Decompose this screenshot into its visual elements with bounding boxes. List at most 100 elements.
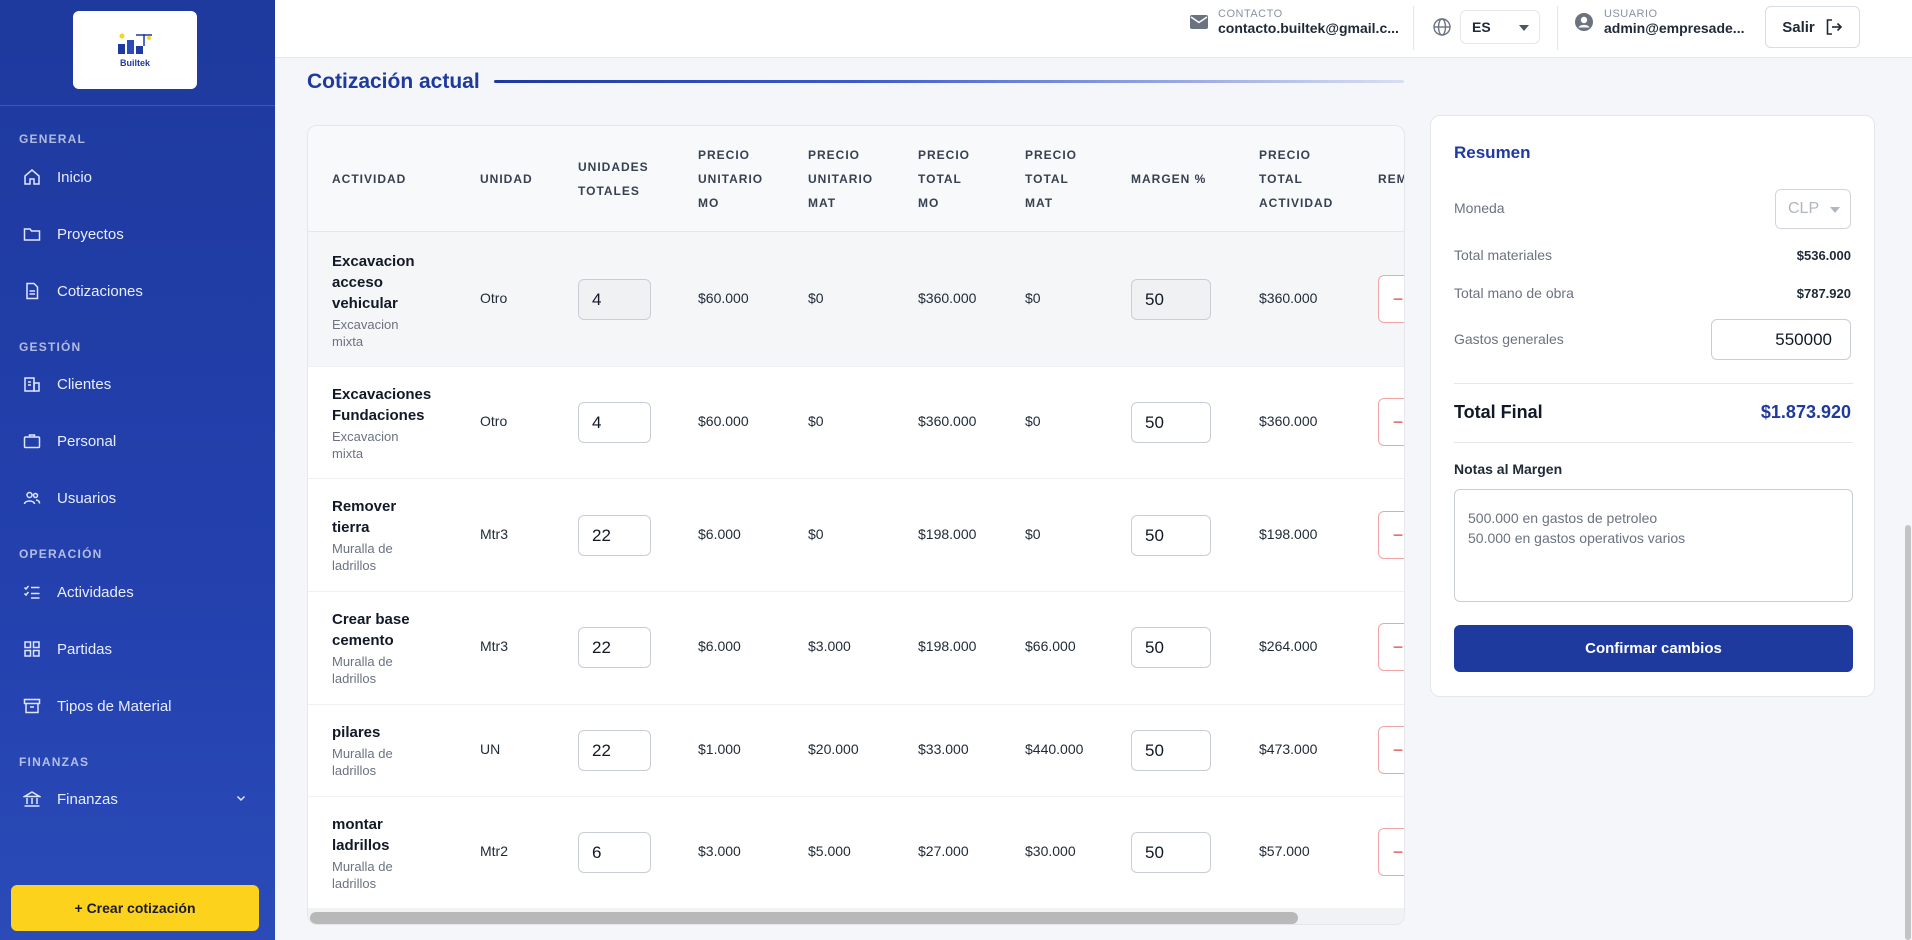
sidebar-item-partidas[interactable]: Partidas <box>0 629 275 669</box>
document-icon <box>22 282 41 301</box>
language-select[interactable]: ES <box>1460 10 1540 44</box>
sidebar-item-label: Tipos de Material <box>57 697 172 715</box>
quantity-input[interactable]: 4 <box>578 279 651 320</box>
total-price-mo: $198.000 <box>918 526 977 542</box>
sidebar: Builtek GENERAL Inicio Proyectos Cotizac… <box>0 0 275 940</box>
unit-cell: Mtr2 <box>480 843 508 859</box>
total-price-mat: $66.000 <box>1025 638 1076 654</box>
section-title-operacion: OPERACIÓN <box>19 547 103 561</box>
briefcase-icon <box>22 432 41 451</box>
section-title-finanzas: FINANZAS <box>19 755 90 769</box>
sidebar-item-finanzas[interactable]: Finanzas <box>0 779 275 819</box>
currency-label: Moneda <box>1454 200 1505 216</box>
logo[interactable]: Builtek <box>73 11 197 89</box>
unit-price-mat: $0 <box>808 413 824 429</box>
logo-text: Builtek <box>119 58 150 68</box>
margin-input[interactable]: 50 <box>1131 627 1211 668</box>
table-row: pilares Muralla de ladrillos UN 22 $1.00… <box>308 705 1404 797</box>
activity-category: Muralla de ladrillos <box>332 654 393 686</box>
margin-input[interactable]: 50 <box>1131 515 1211 556</box>
col-precio-total-mo: PRECIO TOTAL MO <box>918 148 971 210</box>
quantity-input[interactable]: 22 <box>578 515 651 556</box>
checklist-icon <box>22 583 41 602</box>
chevron-down-icon[interactable] <box>235 791 247 808</box>
sidebar-item-label: Usuarios <box>57 489 117 507</box>
currency-select[interactable]: CLP <box>1775 189 1851 229</box>
unit-price-mo: $1.000 <box>698 741 741 757</box>
sidebar-item-actividades[interactable]: Actividades <box>0 572 275 612</box>
overhead-input[interactable]: 550000 <box>1711 319 1851 360</box>
activity-total: $264.000 <box>1259 638 1318 654</box>
activity-name: Crear base cemento <box>332 611 410 649</box>
sidebar-item-inicio[interactable]: Inicio <box>0 157 275 197</box>
scrollbar-thumb[interactable] <box>310 912 1298 924</box>
unit-price-mo: $3.000 <box>698 843 741 859</box>
col-margen: MARGEN % <box>1131 172 1207 186</box>
confirm-changes-button[interactable]: Confirmar cambios <box>1454 625 1853 672</box>
col-precio-total-actividad: PRECIO TOTAL ACTIVIDAD <box>1259 148 1334 210</box>
sidebar-item-cotizaciones[interactable]: Cotizaciones <box>0 271 275 311</box>
margin-input[interactable]: 50 <box>1131 730 1211 771</box>
unit-cell: Otro <box>480 413 508 429</box>
logout-icon <box>1826 19 1842 35</box>
total-price-mo: $33.000 <box>918 741 969 757</box>
horizontal-scrollbar[interactable] <box>308 908 1404 924</box>
total-price-mo: $27.000 <box>918 843 969 859</box>
activity-cell: Excavaciones Fundaciones Excavacion mixt… <box>332 384 431 462</box>
remove-row-button[interactable]: − <box>1378 623 1404 671</box>
quantity-input[interactable]: 4 <box>578 402 651 443</box>
activity-cell: Remover tierra Muralla de ladrillos <box>332 496 427 574</box>
language-value: ES <box>1472 19 1491 35</box>
sidebar-item-usuarios[interactable]: Usuarios <box>0 478 275 518</box>
mail-icon <box>1190 15 1208 29</box>
margin-input[interactable]: 50 <box>1131 832 1211 873</box>
page-scrollbar[interactable] <box>1905 525 1911 940</box>
overhead-label: Gastos generales <box>1454 331 1564 347</box>
users-icon <box>22 489 41 508</box>
contact-email[interactable]: contacto.builtek@gmail.c... <box>1218 20 1403 36</box>
activity-category: Muralla de ladrillos <box>332 859 393 891</box>
col-precio-unitario-mat: PRECIO UNITARIO MAT <box>808 148 874 210</box>
sidebar-item-personal[interactable]: Personal <box>0 421 275 461</box>
labor-value: $787.920 <box>1796 286 1851 301</box>
activity-name: pilares <box>332 724 381 741</box>
archive-icon <box>22 697 41 716</box>
remove-row-button[interactable]: − <box>1378 511 1404 559</box>
total-price-mat: $30.000 <box>1025 843 1076 859</box>
logout-button[interactable]: Salir <box>1765 6 1860 48</box>
notes-textarea[interactable]: 500.000 en gastos de petroleo 50.000 en … <box>1454 489 1853 602</box>
sidebar-item-tipos-material[interactable]: Tipos de Material <box>0 686 275 726</box>
activity-name: Remover tierra <box>332 498 397 536</box>
title-underline <box>494 80 1404 83</box>
remove-row-button[interactable]: − <box>1378 828 1404 876</box>
unit-cell: Mtr3 <box>480 526 508 542</box>
quantity-input[interactable]: 22 <box>578 627 651 668</box>
remove-row-button[interactable]: − <box>1378 275 1404 323</box>
page-title: Cotización actual <box>307 70 480 93</box>
summary-divider <box>1454 383 1853 384</box>
sidebar-item-proyectos[interactable]: Proyectos <box>0 214 275 254</box>
contact-label: CONTACTO <box>1218 8 1283 20</box>
caret-down-icon <box>1519 25 1529 31</box>
topbar: CONTACTO contacto.builtek@gmail.c... ES … <box>275 0 1912 58</box>
margin-input[interactable]: 50 <box>1131 279 1211 320</box>
quantity-input[interactable]: 22 <box>578 730 651 771</box>
activity-total: $198.000 <box>1259 526 1318 542</box>
section-title-general: GENERAL <box>19 132 87 146</box>
create-quote-button[interactable]: + Crear cotización <box>11 885 259 931</box>
margin-input[interactable]: 50 <box>1131 402 1211 443</box>
activity-category: Muralla de ladrillos <box>332 541 393 573</box>
unit-cell: Mtr3 <box>480 638 508 654</box>
sidebar-item-clientes[interactable]: Clientes <box>0 364 275 404</box>
table-row: Remover tierra Muralla de ladrillos Mtr3… <box>308 479 1404 592</box>
unit-price-mat: $0 <box>808 290 824 306</box>
remove-row-button[interactable]: − <box>1378 398 1404 446</box>
unit-price-mo: $60.000 <box>698 413 749 429</box>
section-title-gestion: GESTIÓN <box>19 340 82 354</box>
summary-divider <box>1454 442 1853 443</box>
total-price-mat: $0 <box>1025 290 1041 306</box>
quantity-input[interactable]: 6 <box>578 832 651 873</box>
sidebar-item-label: Finanzas <box>57 790 118 808</box>
remove-row-button[interactable]: − <box>1378 726 1404 774</box>
contact-info: CONTACTO contacto.builtek@gmail.c... <box>1190 8 1403 36</box>
